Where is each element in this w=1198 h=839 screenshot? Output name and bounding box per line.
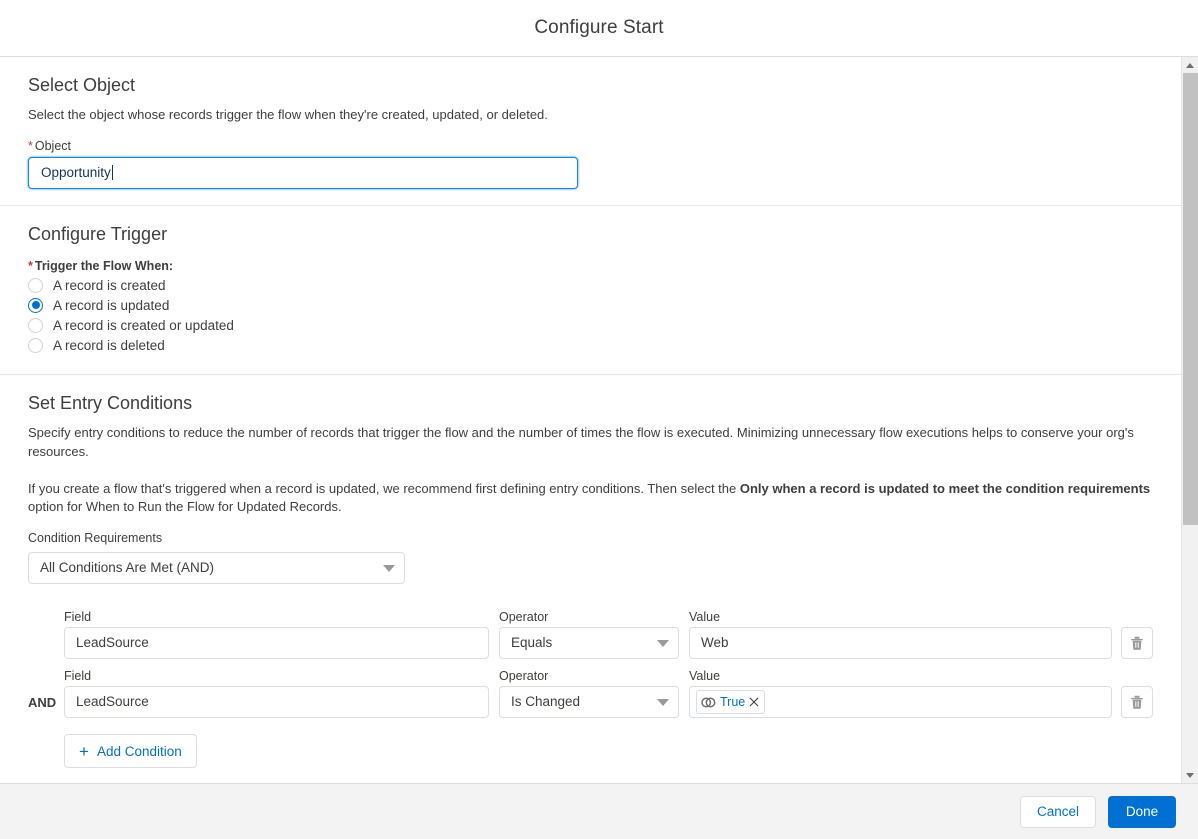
condition-field-col: Field LeadSource — [64, 610, 489, 660]
operator-column-header: Operator — [499, 669, 549, 684]
object-field-label: * Object — [28, 139, 1153, 153]
trigger-when-label: * Trigger the Flow When: — [28, 259, 1153, 273]
condition-operator-value: Is Changed — [511, 694, 581, 710]
scroll-down-button[interactable] — [1182, 767, 1198, 783]
condition-value-input[interactable]: Web — [689, 627, 1112, 660]
object-input[interactable]: Opportunity — [28, 156, 578, 189]
radio-icon — [28, 317, 43, 333]
description-2-part-1: If you create a flow that's triggered wh… — [28, 480, 740, 496]
delete-condition-button[interactable] — [1121, 686, 1153, 719]
scrollbar-thumb[interactable] — [1183, 73, 1198, 525]
radio-label: A record is deleted — [53, 337, 165, 353]
object-field-label-text: Object — [34, 138, 72, 153]
condition-operator-select[interactable]: Equals — [499, 627, 679, 660]
section-configure-trigger: Configure Trigger * Trigger the Flow When… — [0, 206, 1181, 375]
radio-option-record-created-or-updated[interactable]: A record is created or updated — [28, 317, 1153, 333]
field-column-header: Field — [64, 610, 92, 625]
trigger-when-label-text: Trigger the Flow When: — [34, 258, 174, 273]
condition-row: AND Field LeadSource Operator Is Changed — [28, 669, 1153, 719]
vertical-scrollbar[interactable] — [1181, 57, 1198, 783]
radio-option-record-deleted[interactable]: A record is deleted — [28, 337, 1153, 353]
radio-icon — [28, 277, 43, 293]
condition-requirements-label: Condition Requirements — [28, 531, 163, 546]
trash-icon — [1131, 636, 1143, 650]
condition-operator-select[interactable]: Is Changed — [499, 686, 679, 719]
condition-row: Field LeadSource Operator Equals Value W… — [28, 610, 1153, 660]
condition-requirements-value: All Conditions Are Met (AND) — [40, 560, 215, 576]
radio-icon-selected — [28, 297, 43, 313]
radio-icon — [28, 337, 43, 353]
modal-body: Select Object Select the object whose re… — [0, 57, 1198, 783]
done-button[interactable]: Done — [1108, 795, 1176, 828]
select-object-heading: Select Object — [28, 75, 136, 95]
description-2-part-2: option for When to Run the Flow for Upda… — [28, 499, 342, 515]
entry-conditions-description-2: If you create a flow that's triggered wh… — [28, 480, 1153, 518]
text-cursor — [111, 165, 113, 181]
configure-start-modal: Configure Start Select Object Select the… — [0, 0, 1198, 839]
condition-value-input[interactable]: True — [689, 686, 1112, 719]
required-asterisk: * — [28, 258, 33, 273]
condition-field-col: Field LeadSource — [64, 669, 489, 719]
conditions-list: Field LeadSource Operator Equals Value W… — [28, 610, 1153, 769]
value-pill-label: True — [720, 695, 746, 710]
radio-label: A record is updated — [53, 297, 170, 313]
condition-field-input[interactable]: LeadSource — [64, 627, 489, 660]
condition-logic-label — [28, 651, 64, 659]
plus-icon: + — [79, 741, 89, 761]
condition-field-input[interactable]: LeadSource — [64, 686, 489, 719]
section-entry-conditions: Set Entry Conditions Specify entry condi… — [0, 375, 1181, 783]
entry-conditions-heading: Set Entry Conditions — [28, 392, 193, 413]
modal-header: Configure Start — [0, 0, 1198, 57]
select-object-description: Select the object whose records trigger … — [28, 107, 548, 122]
field-column-header: Field — [64, 669, 92, 684]
chevron-down-icon — [657, 699, 669, 707]
page-title: Configure Start — [534, 17, 664, 38]
condition-value-col: Value Web — [689, 610, 1112, 660]
modal-footer: Cancel Done — [0, 783, 1198, 839]
trash-icon — [1131, 695, 1143, 709]
description-2-bold: Only when a record is updated to meet th… — [739, 480, 1151, 496]
radio-label: A record is created or updated — [53, 317, 234, 333]
chevron-down-icon — [657, 640, 669, 648]
required-asterisk: * — [28, 138, 33, 153]
entry-conditions-description-1: Specify entry conditions to reduce the n… — [28, 424, 1134, 459]
condition-operator-col: Operator Is Changed — [499, 669, 679, 719]
operator-column-header: Operator — [499, 610, 549, 625]
add-condition-button[interactable]: + Add Condition — [64, 734, 197, 769]
cancel-button[interactable]: Cancel — [1019, 795, 1096, 828]
condition-value-col: Value True — [689, 669, 1112, 719]
radio-option-record-created[interactable]: A record is created — [28, 277, 1153, 293]
section-select-object: Select Object Select the object whose re… — [0, 57, 1181, 206]
chevron-up-icon — [1186, 62, 1194, 68]
configure-trigger-heading: Configure Trigger — [28, 223, 168, 244]
chevron-down-icon — [1186, 772, 1194, 778]
radio-label: A record is created — [53, 277, 166, 293]
radio-option-record-updated[interactable]: A record is updated — [28, 297, 1153, 313]
condition-logic-label: AND — [28, 695, 57, 711]
object-input-value-wrap: Opportunity — [41, 158, 565, 188]
close-icon[interactable] — [749, 697, 759, 707]
condition-operator-col: Operator Equals — [499, 610, 679, 660]
add-condition-label: Add Condition — [96, 743, 182, 759]
chevron-down-icon — [383, 565, 395, 573]
global-constant-icon — [701, 697, 716, 708]
scroll-up-button[interactable] — [1182, 57, 1198, 73]
modal-scroll-content: Select Object Select the object whose re… — [0, 57, 1181, 783]
condition-operator-value: Equals — [511, 635, 553, 651]
condition-requirements-select[interactable]: All Conditions Are Met (AND) — [28, 552, 405, 585]
value-column-header: Value — [689, 669, 721, 684]
value-pill[interactable]: True — [696, 690, 766, 715]
delete-condition-button[interactable] — [1121, 627, 1153, 660]
object-input-value: Opportunity — [41, 164, 111, 180]
value-column-header: Value — [689, 610, 721, 625]
